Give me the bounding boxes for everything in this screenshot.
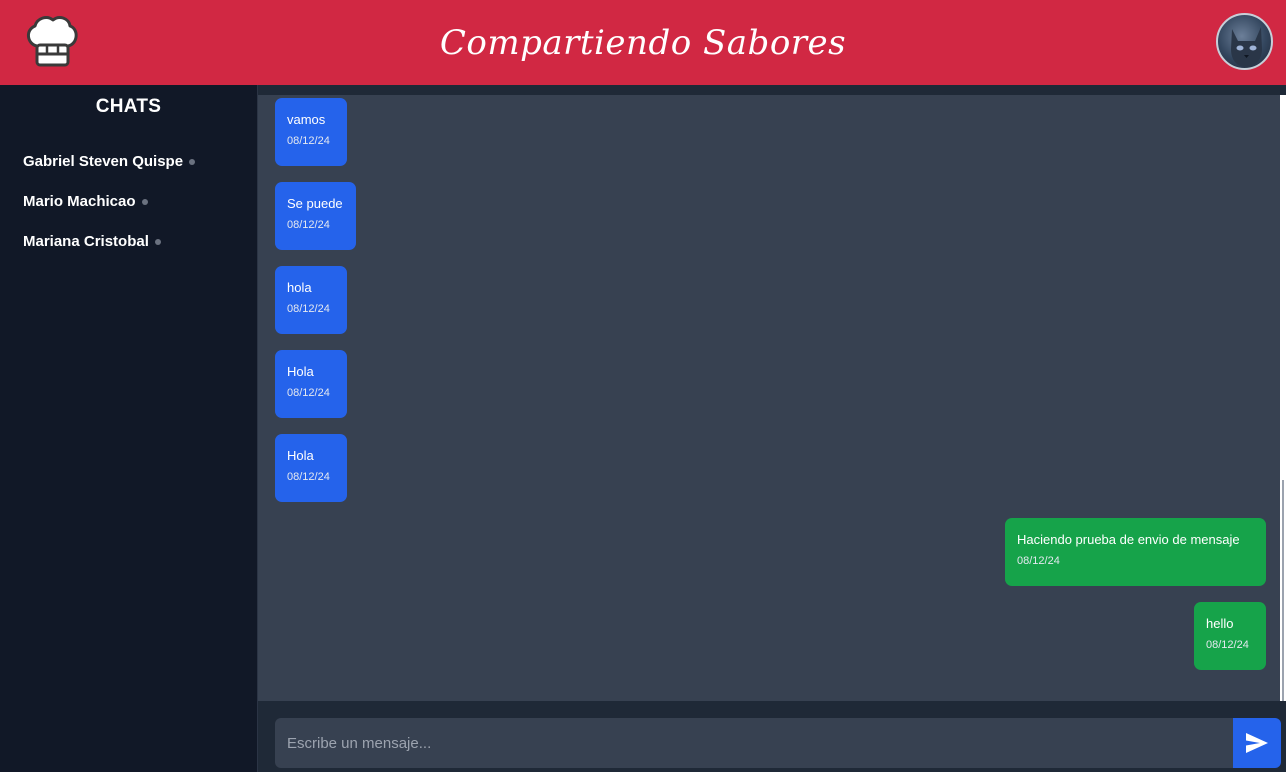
message-bubble-sent: Haciendo prueba de envio de mensaje 08/1…: [1005, 518, 1266, 586]
chat-sidebar: CHATS Gabriel Steven Quispe Mario Machic…: [0, 85, 258, 772]
send-button[interactable]: [1233, 718, 1281, 768]
message-text: Se puede: [287, 196, 343, 211]
message-date: 08/12/24: [1017, 555, 1060, 567]
chat-item-gabriel[interactable]: Gabriel Steven Quispe: [0, 141, 257, 181]
chat-item-name: Mario Machicao: [23, 192, 136, 210]
chef-hat-icon[interactable]: [23, 12, 81, 70]
message-input[interactable]: [275, 718, 1233, 768]
status-dot-icon: [154, 239, 161, 245]
message-bubble-received: Hola 08/12/24: [275, 434, 347, 502]
message-bubble-received: Se puede 08/12/24: [275, 182, 356, 250]
message-composer: [258, 701, 1286, 772]
cat-avatar-icon: [1231, 27, 1262, 67]
status-dot-icon: [189, 159, 196, 165]
message-bubble-sent: hello 08/12/24: [1194, 602, 1266, 670]
message-bubble-received: hola 08/12/24: [275, 266, 347, 334]
message-date: 08/12/24: [287, 471, 330, 483]
send-icon: [1246, 733, 1268, 753]
app-header: Compartiendo Sabores: [0, 0, 1286, 85]
status-dot-icon: [141, 199, 148, 205]
user-avatar[interactable]: [1216, 13, 1273, 70]
message-date: 08/12/24: [287, 135, 330, 147]
message-text: Hola: [287, 364, 314, 379]
message-text: vamos: [287, 112, 326, 127]
scrollbar-thumb[interactable]: [1282, 480, 1284, 701]
chat-item-mariana[interactable]: Mariana Cristobal: [0, 221, 257, 261]
message-date: 08/12/24: [1206, 639, 1249, 651]
message-text: Hola: [287, 448, 314, 463]
app-title: Compartiendo Sabores: [439, 22, 847, 63]
message-text: Haciendo prueba de envio de mensaje: [1017, 532, 1240, 547]
message-date: 08/12/24: [287, 387, 330, 399]
message-scrollbar[interactable]: [1280, 95, 1286, 701]
chat-item-name: Mariana Cristobal: [23, 232, 149, 250]
message-text: hello: [1206, 616, 1234, 631]
message-text: hola: [287, 280, 312, 295]
chat-item-mario[interactable]: Mario Machicao: [0, 181, 257, 221]
message-bubble-received: vamos 08/12/24: [275, 98, 347, 166]
message-date: 08/12/24: [287, 303, 330, 315]
chat-list: Gabriel Steven Quispe Mario Machicao Mar…: [0, 141, 257, 261]
chat-item-name: Gabriel Steven Quispe: [23, 152, 184, 170]
message-list[interactable]: vamos 08/12/24 Se puede 08/12/24 hola 08…: [258, 95, 1280, 701]
message-date: 08/12/24: [287, 219, 330, 231]
message-bubble-received: Hola 08/12/24: [275, 350, 347, 418]
sidebar-title: CHATS: [95, 96, 162, 117]
